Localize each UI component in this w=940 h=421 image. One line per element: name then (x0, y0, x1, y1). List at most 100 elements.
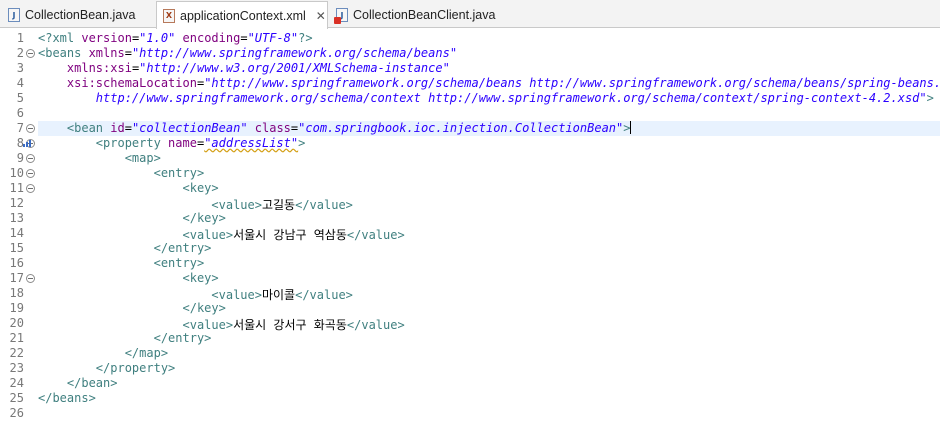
code-token: </value> (295, 288, 353, 302)
code-line[interactable]: http://www.springframework.org/schema/co… (38, 91, 934, 106)
code-line[interactable]: </bean> (38, 376, 118, 391)
code-line[interactable]: </entry> (38, 331, 212, 346)
code-token: <key> (182, 181, 219, 195)
code-line[interactable]: <property name="addressList"> (38, 136, 306, 151)
code-line[interactable]: <bean id="collectionBean" class="com.spr… (38, 121, 940, 136)
code-token: encoding (182, 31, 241, 45)
tab-collectionbean-java[interactable]: J CollectionBean.java (2, 2, 152, 28)
fold-toggle-icon[interactable] (26, 274, 35, 283)
line-number: 26 (9, 406, 24, 420)
code-line[interactable]: <beans xmlns="http://www.springframework… (38, 46, 457, 61)
tab-applicationcontext-xml[interactable]: X applicationContext.xml ✕ (156, 1, 328, 29)
code-line[interactable]: <entry> (38, 166, 205, 181)
fold-toggle-icon[interactable] (26, 124, 35, 133)
code-token: <value> (182, 228, 234, 242)
line-number: 19 (9, 301, 24, 315)
line-number: 2 (16, 46, 24, 60)
code-token: <?xml (38, 31, 82, 45)
line-number: 11 (9, 181, 24, 195)
code-token: class (254, 121, 291, 135)
code-line[interactable]: </property> (38, 361, 175, 376)
code-token: 서울시 강서구 화곡동 (233, 318, 347, 332)
code-token: <bean (66, 121, 111, 135)
fold-toggle-icon[interactable] (26, 49, 35, 58)
code-line[interactable]: <key> (38, 271, 219, 286)
code-line[interactable]: </entry> (38, 241, 212, 256)
fold-toggle-icon[interactable] (26, 154, 35, 163)
warning-marker-icon[interactable] (22, 138, 34, 150)
code-token: <map> (124, 151, 161, 165)
code-token: http://www.springframework.org/schema/co… (95, 91, 927, 105)
line-number: 17 (9, 271, 24, 285)
java-file-error-icon: J (334, 8, 348, 24)
java-file-icon: J (8, 8, 20, 22)
close-icon[interactable]: ✕ (316, 9, 326, 23)
code-line[interactable]: <?xml version="1.0" encoding="UTF-8"?> (38, 31, 313, 46)
code-line[interactable]: </map> (38, 346, 168, 361)
code-line[interactable]: <key> (38, 181, 219, 196)
code-token: <key> (182, 271, 219, 285)
code-token: </map> (124, 346, 169, 360)
line-number: 8 (16, 136, 24, 150)
code-line[interactable]: <value>고길동</value> (38, 196, 353, 212)
code-line[interactable]: </key> (38, 211, 226, 226)
code-line[interactable]: </beans> (38, 391, 96, 406)
code-line[interactable]: xsi:schemaLocation="http://www.springfra… (38, 76, 940, 91)
line-number: 9 (16, 151, 24, 165)
fold-toggle-icon[interactable] (26, 184, 35, 193)
code-line[interactable]: <value>서울시 강남구 역삼동</value> (38, 226, 405, 242)
line-number: 22 (9, 346, 24, 360)
code-token: </value> (295, 198, 353, 212)
code-token: <value> (211, 288, 262, 302)
code-token: </entry> (153, 331, 212, 345)
line-number-gutter: 1 2 3 4 5 6 7 8 9 10 11 12 13 14 15 16 17 18 19 20 21 22 23 24 2… (0, 29, 36, 420)
code-line[interactable]: <entry> (38, 256, 205, 271)
tab-collectionbeanclient-java[interactable]: J CollectionBeanClient.java (330, 2, 510, 28)
code-token: "1.0" (139, 31, 176, 45)
code-token: "addressList" (204, 136, 299, 150)
line-number: 16 (9, 256, 24, 270)
code-token: <value> (211, 198, 262, 212)
fold-toggle-icon[interactable] (26, 169, 35, 178)
tab-label: applicationContext.xml (180, 8, 306, 23)
code-line[interactable]: </key> (38, 301, 226, 316)
line-number: 10 (9, 166, 24, 180)
code-token: <entry> (153, 166, 205, 180)
line-number: 23 (9, 361, 24, 375)
code-token: > (298, 136, 306, 150)
code-token: "http://www.springframework.org/schema/b… (131, 46, 458, 60)
code-token: "com.springbook.ioc.injection.Collection… (298, 121, 624, 135)
line-number: 1 (16, 31, 24, 45)
code-token: "UTF-8" (247, 31, 299, 45)
xml-editor[interactable]: 1 2 3 4 5 6 7 8 9 10 11 12 13 14 15 16 17 18 19 20 21 22 23 24 2… (0, 29, 940, 420)
code-token: <entry> (153, 256, 205, 270)
line-number: 6 (16, 106, 24, 120)
code-token: xmlns (88, 46, 125, 60)
code-line[interactable]: <map> (38, 151, 161, 166)
code-token: name (168, 136, 197, 150)
code-line[interactable]: xmlns:xsi="http://www.w3.org/2001/XMLSch… (38, 61, 450, 76)
line-number: 5 (16, 91, 24, 105)
editor-tab-bar: J CollectionBean.java X applicationConte… (0, 0, 940, 29)
code-line[interactable]: <value>서울시 강서구 화곡동</value> (38, 316, 405, 332)
code-line[interactable]: <value>마이콜</value> (38, 286, 353, 302)
code-token: 서울시 강남구 역삼동 (233, 228, 347, 242)
code-token: </key> (182, 211, 226, 225)
line-number: 3 (16, 61, 24, 75)
code-token: 고길동 (261, 198, 296, 212)
xml-file-icon: X (163, 8, 175, 23)
code-token: </key> (182, 301, 226, 315)
line-number: 18 (9, 286, 24, 300)
code-token: </property> (95, 361, 176, 375)
